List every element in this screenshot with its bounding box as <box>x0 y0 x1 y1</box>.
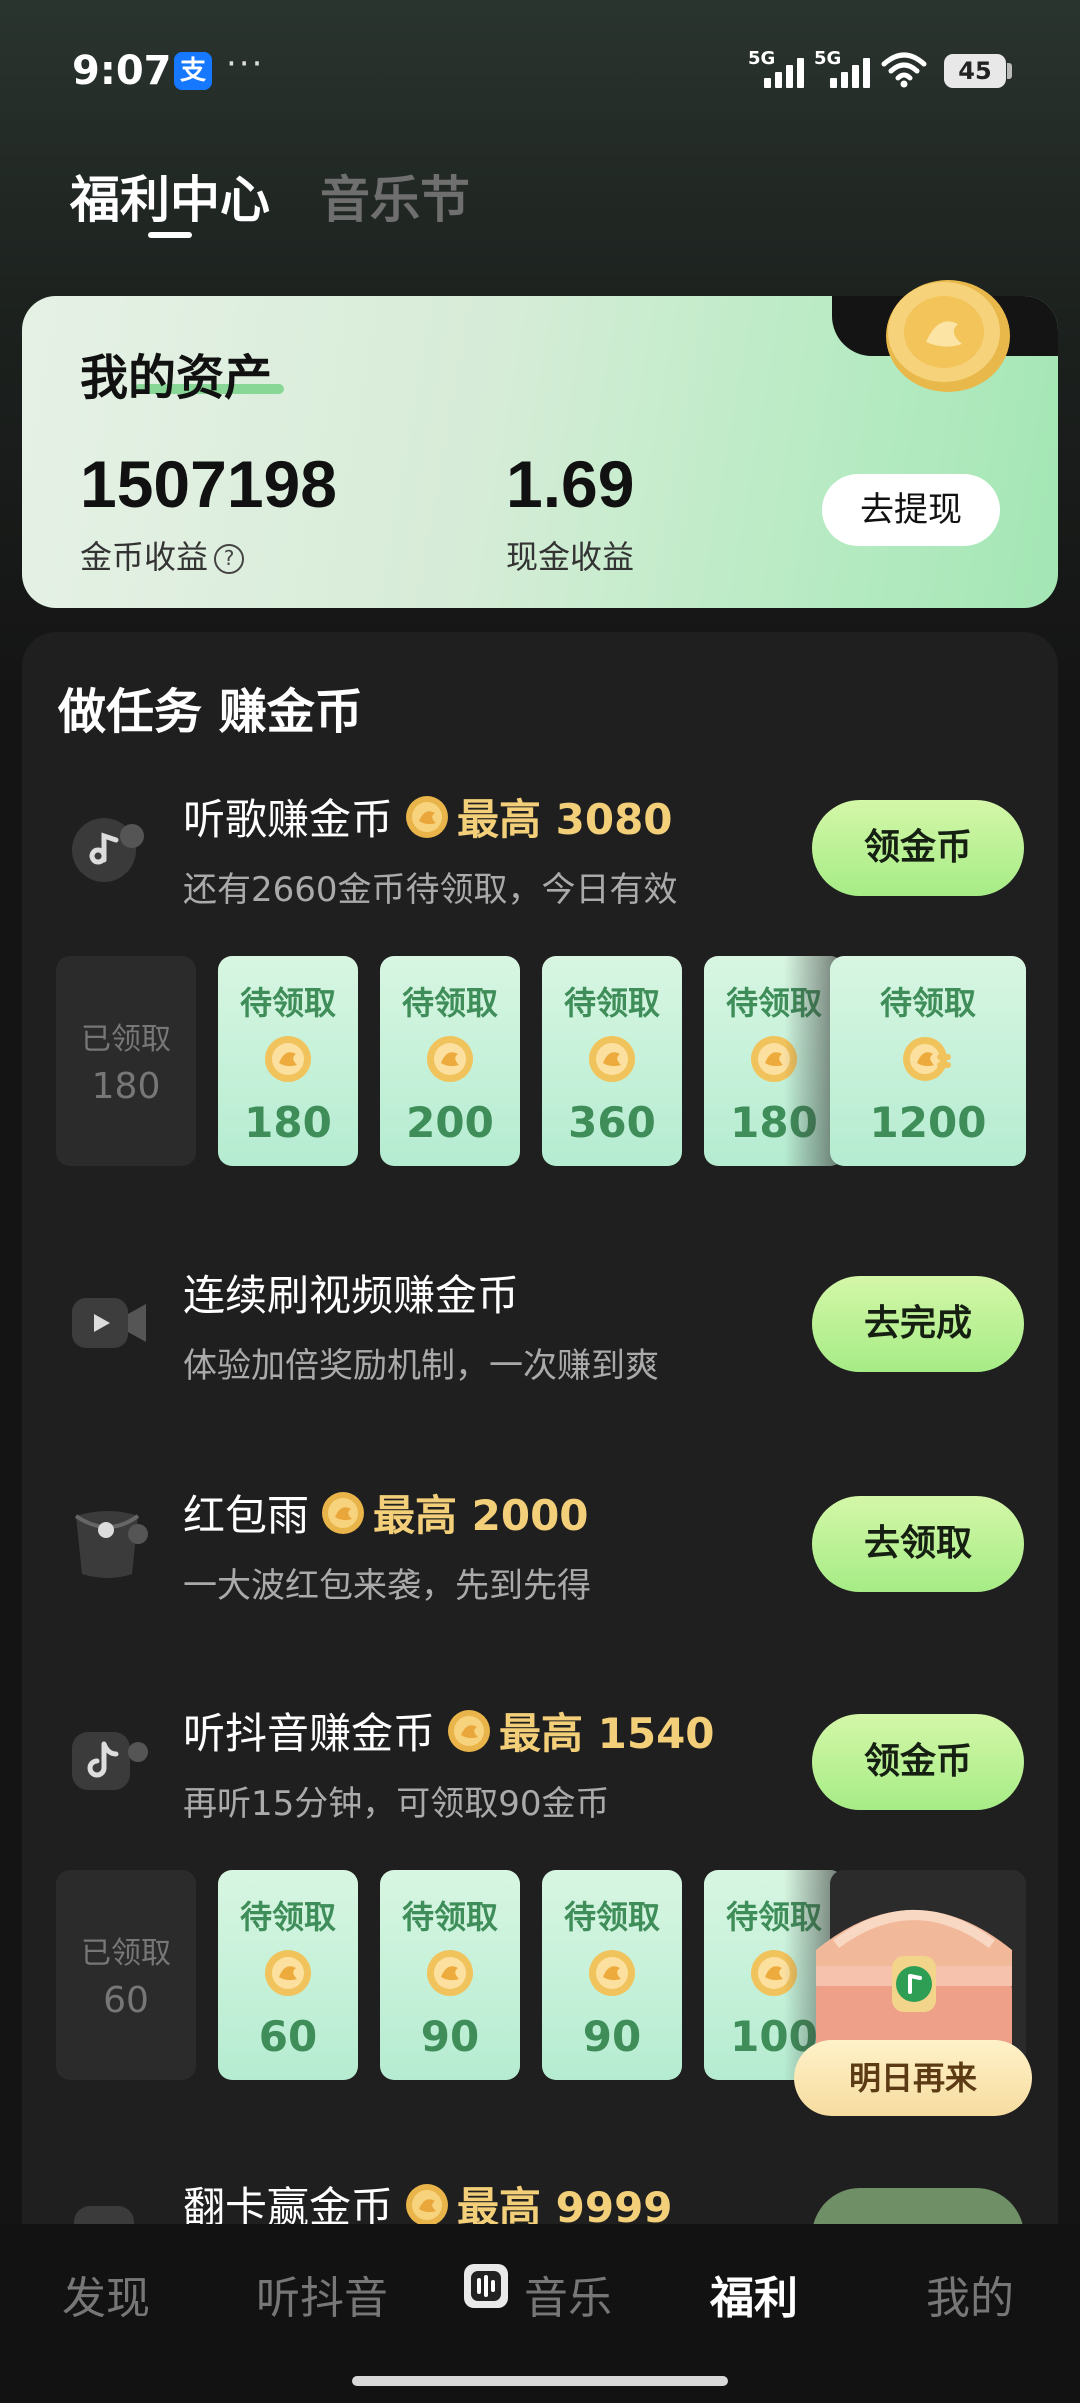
more-notifications-icon: ··· <box>226 44 265 84</box>
pending-label: 待领取 <box>401 984 498 1022</box>
nav-mine[interactable]: 我的 <box>926 2262 1014 2326</box>
task-title-text: 听抖音赚金币 <box>183 1709 436 1758</box>
task-desc-listen-songs: 还有2660金币待领取，今日有效 <box>183 870 678 910</box>
battery-tip <box>1007 63 1012 79</box>
claimed-card: 已领取 60 <box>56 1870 196 2080</box>
asset-title: 我的资产 <box>80 350 273 406</box>
tasks-heading: 做任务 赚金币 <box>58 684 363 740</box>
coin-icon <box>589 1036 635 1082</box>
video-camera-icon <box>72 1298 146 1348</box>
music-note-icon <box>72 818 144 882</box>
coin-icon <box>589 1950 635 1996</box>
coin-earnings-label-group: 金币收益? <box>80 532 245 578</box>
task-title-videos: 连续刷视频赚金币 <box>183 1262 519 1323</box>
douyin-icon <box>72 1732 148 1790</box>
task-title-listen-songs: 听歌赚金币 最高 3080 <box>183 786 673 847</box>
go-claim-button[interactable]: 去领取 <box>812 1496 1024 1592</box>
claimed-value: 60 <box>103 1980 149 2021</box>
pending-reward-card[interactable]: 待领取 90 <box>542 1870 682 2080</box>
pending-reward-card-big[interactable]: 待领取 1200 <box>830 956 1026 1166</box>
help-icon[interactable]: ? <box>214 544 245 574</box>
tab-music-festival[interactable]: 音乐节 <box>320 160 470 232</box>
status-time: 9:07 <box>72 48 172 94</box>
task-title-text: 听歌赚金币 <box>183 795 394 844</box>
task-title-text: 连续刷视频赚金币 <box>183 1271 520 1320</box>
pending-value: 1200 <box>869 1098 987 1147</box>
coin-icon <box>427 1950 473 1996</box>
coin-icon <box>406 795 449 838</box>
pending-reward-card[interactable]: 待领取 90 <box>380 1870 520 2080</box>
task-max-reward: 最高 1540 <box>499 1709 715 1758</box>
pending-label: 待领取 <box>239 984 336 1022</box>
coin-icon <box>265 1950 311 1996</box>
pending-label: 待领取 <box>879 984 976 1022</box>
task-desc-red-packet: 一大波红包来袭，先到先得 <box>183 1566 591 1606</box>
red-packet-icon <box>74 1511 148 1578</box>
pending-value: 90 <box>582 2012 642 2061</box>
task-max-reward: 最高 2000 <box>373 1491 589 1540</box>
pending-value: 90 <box>420 2012 480 2061</box>
card-flip-icon <box>74 2206 134 2224</box>
active-tab-indicator <box>148 232 192 238</box>
claimed-label: 已领取 <box>81 1022 171 1057</box>
cash-earnings-value: 1.69 <box>506 447 635 521</box>
pending-label: 待领取 <box>563 1898 660 1936</box>
come-back-tomorrow-button[interactable]: 明日再来 <box>794 2040 1032 2116</box>
pending-label: 待领取 <box>401 1898 498 1936</box>
battery-icon: 45 <box>944 54 1006 88</box>
coin-icon <box>322 1491 365 1534</box>
coin-earnings-value: 1507198 <box>80 447 337 521</box>
status-bar: 9:07 支 ··· 5G 5G 45 <box>0 0 1080 140</box>
task-title-red-packet: 红包雨 最高 2000 <box>183 1482 589 1543</box>
coin-earnings-label: 金币收益 <box>80 538 209 576</box>
task-desc-douyin: 再听15分钟，可领取90金币 <box>183 1784 610 1824</box>
task-desc-videos: 体验加倍奖励机制，一次赚到爽 <box>183 1346 659 1386</box>
coin-stack-icon <box>903 1037 951 1081</box>
nav-listen-douyin[interactable]: 听抖音 <box>256 2262 388 2326</box>
pending-reward-card[interactable]: 待领取 360 <box>542 956 682 1166</box>
pending-value: 180 <box>244 1098 332 1147</box>
home-indicator[interactable] <box>352 2376 728 2386</box>
pending-reward-card[interactable]: 待领取 200 <box>380 956 520 1166</box>
coin-icon <box>427 1036 473 1082</box>
alipay-icon: 支 <box>174 52 212 90</box>
pending-value: 60 <box>258 2012 318 2061</box>
pending-value: 360 <box>568 1098 656 1147</box>
card-flip-button-partial[interactable] <box>812 2188 1024 2224</box>
claimed-value: 180 <box>91 1066 161 1107</box>
pending-label: 待领取 <box>239 1898 336 1936</box>
gold-coin-decoration-icon <box>886 280 1010 392</box>
coin-icon <box>265 1036 311 1082</box>
claimed-label: 已领取 <box>81 1936 171 1971</box>
claim-coins-button[interactable]: 领金币 <box>812 800 1024 896</box>
music-app-icon <box>464 2264 508 2308</box>
withdraw-button[interactable]: 去提现 <box>822 474 1000 546</box>
task-title-text: 红包雨 <box>183 1491 310 1540</box>
cash-earnings-label: 现金收益 <box>506 538 635 576</box>
pending-reward-card[interactable]: 待领取 180 <box>218 956 358 1166</box>
go-complete-button[interactable]: 去完成 <box>812 1276 1024 1372</box>
top-tabs: 福利中心 音乐节 <box>70 160 470 232</box>
signal-strength-icon <box>764 56 804 88</box>
nav-discover[interactable]: 发现 <box>62 2262 150 2326</box>
task-title-card-flip: 翻卡赢金币 最高 9999 <box>183 2174 673 2224</box>
nav-music[interactable]: 音乐 <box>524 2262 612 2326</box>
task-title-douyin: 听抖音赚金币 最高 1540 <box>183 1700 715 1761</box>
nav-welfare[interactable]: 福利 <box>710 2262 798 2326</box>
task-card-flip-partial: 翻卡赢金币 最高 9999 <box>0 2170 1080 2224</box>
task-max-reward: 最高 3080 <box>457 795 673 844</box>
task-max-reward: 最高 9999 <box>457 2183 673 2224</box>
pending-label: 待领取 <box>563 984 660 1022</box>
pending-value: 200 <box>406 1098 494 1147</box>
claim-coins-button-2[interactable]: 领金币 <box>812 1714 1024 1810</box>
coin-icon <box>448 1709 491 1752</box>
signal-strength-icon-2 <box>830 56 870 88</box>
coin-icon <box>406 2183 449 2224</box>
tab-welfare-center[interactable]: 福利中心 <box>70 160 270 232</box>
pending-reward-card[interactable]: 待领取 60 <box>218 1870 358 2080</box>
task-title-text: 翻卡赢金币 <box>183 2183 394 2224</box>
claimed-card: 已领取 180 <box>56 956 196 1166</box>
wifi-icon <box>881 52 927 88</box>
